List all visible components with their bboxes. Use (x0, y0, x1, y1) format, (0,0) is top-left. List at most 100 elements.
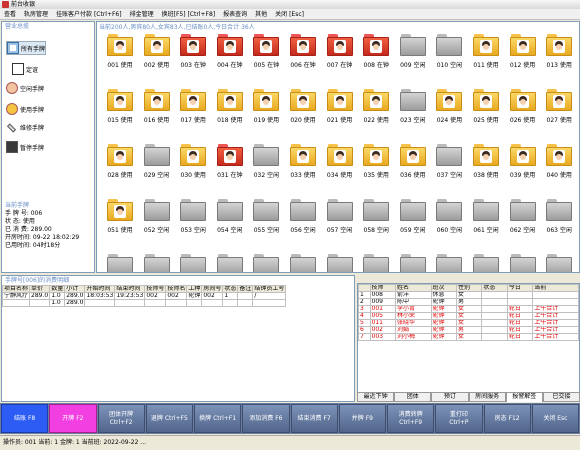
column-header[interactable]: 姓名 (394, 284, 432, 292)
column-header[interactable]: 班次 (430, 284, 457, 292)
room-tile[interactable] (467, 254, 505, 272)
room-tile[interactable]: 022 使用 (357, 89, 395, 133)
room-tile[interactable]: 013 使用 (540, 34, 578, 78)
room-tile[interactable]: 057 空闲 (321, 199, 359, 243)
table-row[interactable]: 3 001 李小青 轮钟女 轮日 上午合计 (358, 305, 579, 313)
room-tile[interactable]: 003 在钟 (174, 34, 212, 78)
table-row[interactable]: 4 005 林小荣 轮钟女 轮日 上午合计 (358, 312, 579, 320)
room-tile[interactable]: 024 使用 (430, 89, 468, 133)
toolbar-button[interactable]: 关闭 Esc (531, 404, 579, 433)
room-tile[interactable]: 056 空闲 (284, 199, 322, 243)
room-tile[interactable]: 016 使用 (138, 89, 176, 133)
room-tile[interactable] (321, 254, 359, 272)
room-tile[interactable] (138, 254, 176, 272)
room-tile[interactable]: 051 使用 (101, 199, 139, 243)
table-row[interactable]: 宁静风疗 289.0 1.0 289.0 18:03:53 19:23:53 002 002 轮… (2, 292, 287, 300)
column-header[interactable]: 状态 (222, 285, 239, 293)
room-tile[interactable]: 030 使用 (174, 144, 212, 188)
room-tile[interactable]: 031 在钟 (211, 144, 249, 188)
staff-tab[interactable]: 房间服务 (468, 392, 506, 402)
room-tile[interactable]: 020 使用 (284, 89, 322, 133)
room-tile[interactable]: 061 空闲 (467, 199, 505, 243)
staff-tab[interactable]: 报警解签 (505, 392, 543, 402)
room-tile[interactable]: 002 使用 (138, 34, 176, 78)
toolbar-button[interactable]: 团体开牌 Ctrl+F2 (97, 404, 145, 433)
column-header[interactable]: 技师 (369, 284, 396, 292)
column-header[interactable]: 工种 (186, 285, 203, 293)
room-tile[interactable] (394, 254, 432, 272)
menu-item[interactable]: 报表查询 (219, 9, 251, 19)
toolbar-button[interactable]: 房态 F12 (483, 404, 531, 433)
column-header[interactable]: 当前 (532, 284, 579, 292)
toolbar-button[interactable]: 添加消费 F6 (242, 404, 290, 433)
room-tile[interactable] (430, 254, 468, 272)
column-header[interactable]: 数量 (49, 285, 66, 293)
room-tile[interactable]: 009 空闲 (394, 34, 432, 78)
room-tile[interactable] (284, 254, 322, 272)
menu-item[interactable]: 轨房管理 (20, 9, 52, 19)
room-tile[interactable] (540, 254, 578, 272)
toolbar-button[interactable]: 重打印 Ctrl+P (435, 404, 483, 433)
room-tile[interactable] (504, 254, 542, 272)
column-header[interactable]: 项目名称 (2, 285, 31, 293)
toolbar-button[interactable]: 结束消费 F7 (290, 404, 338, 433)
table-row[interactable]: 2 009 陈中 轮钟男 (358, 298, 579, 306)
room-tile[interactable]: 054 空闲 (211, 199, 249, 243)
room-tile[interactable]: 059 空闲 (394, 199, 432, 243)
tree-item[interactable]: 使用手牌 (6, 103, 44, 115)
room-tile[interactable]: 026 使用 (504, 89, 542, 133)
room-tile[interactable]: 023 空闲 (394, 89, 432, 133)
column-header[interactable]: 房间号 (201, 285, 224, 293)
column-header[interactable]: 性别 (455, 284, 483, 292)
column-header[interactable]: 今日 (506, 284, 534, 292)
menu-item[interactable]: 排金管理 (126, 9, 158, 19)
table-row[interactable]: 1.0 289.0 (2, 299, 287, 307)
room-tile[interactable]: 058 空闲 (357, 199, 395, 243)
room-tile[interactable]: 029 空闲 (138, 144, 176, 188)
staff-tab[interactable]: 已交接 (542, 392, 580, 402)
room-tile[interactable]: 012 使用 (504, 34, 542, 78)
room-tile[interactable]: 038 使用 (467, 144, 505, 188)
room-tile[interactable]: 011 使用 (467, 34, 505, 78)
table-row[interactable]: 7 003 刘小梅 轮钟女 轮日 上午合计 (358, 333, 579, 341)
menu-item[interactable]: 其他 (251, 9, 271, 19)
room-tile[interactable]: 005 在钟 (247, 34, 285, 78)
column-header[interactable]: 小计 (64, 285, 86, 293)
staff-tab[interactable]: 最近下钟 (357, 392, 395, 402)
tree-item[interactable]: 所有手牌 (6, 41, 47, 55)
column-header[interactable]: 备注 (237, 285, 254, 293)
room-tile[interactable]: 006 在钟 (284, 34, 322, 78)
toolbar-button[interactable]: 结账 F8 (1, 404, 49, 433)
toolbar-button[interactable]: 消费转牌 Ctrl+F9 (387, 404, 435, 433)
room-tile[interactable]: 017 使用 (174, 89, 212, 133)
room-tile[interactable]: 055 空闲 (247, 199, 285, 243)
toolbar-button[interactable]: 并牌 F9 (338, 404, 386, 433)
room-tile[interactable] (357, 254, 395, 272)
room-tile[interactable]: 019 使用 (247, 89, 285, 133)
room-tile[interactable]: 032 空闲 (247, 144, 285, 188)
column-header[interactable]: 单价 (29, 285, 51, 293)
room-tile[interactable]: 034 使用 (321, 144, 359, 188)
column-header[interactable]: 状态 (481, 284, 508, 292)
room-tile[interactable]: 039 使用 (504, 144, 542, 188)
column-header[interactable] (358, 284, 371, 292)
menu-item[interactable]: 查看 (0, 9, 20, 19)
room-tile[interactable] (211, 254, 249, 272)
room-tile[interactable]: 001 使用 (101, 34, 139, 78)
room-tile[interactable]: 010 空闲 (430, 34, 468, 78)
room-tile[interactable]: 052 空闲 (138, 199, 176, 243)
column-header[interactable]: 开始时间 (84, 285, 116, 293)
column-header[interactable]: 结钟员工号 (252, 285, 287, 293)
room-tile[interactable]: 035 使用 (357, 144, 395, 188)
column-header[interactable]: 技师名 (165, 285, 188, 293)
room-tile[interactable]: 033 使用 (284, 144, 322, 188)
toolbar-button[interactable]: 开牌 F2 (49, 404, 97, 433)
menu-item[interactable]: 挂账客户付款 [Ctrl+F6] (52, 9, 126, 19)
room-tile[interactable]: 007 在钟 (321, 34, 359, 78)
tree-item[interactable]: 暂停手牌 (6, 141, 44, 153)
column-header[interactable]: 技师号 (144, 285, 167, 293)
room-tile[interactable]: 028 使用 (101, 144, 139, 188)
toolbar-button[interactable]: 退牌 Ctrl+F5 (145, 404, 193, 433)
room-tile[interactable]: 021 使用 (321, 89, 359, 133)
room-tile[interactable]: 018 使用 (211, 89, 249, 133)
